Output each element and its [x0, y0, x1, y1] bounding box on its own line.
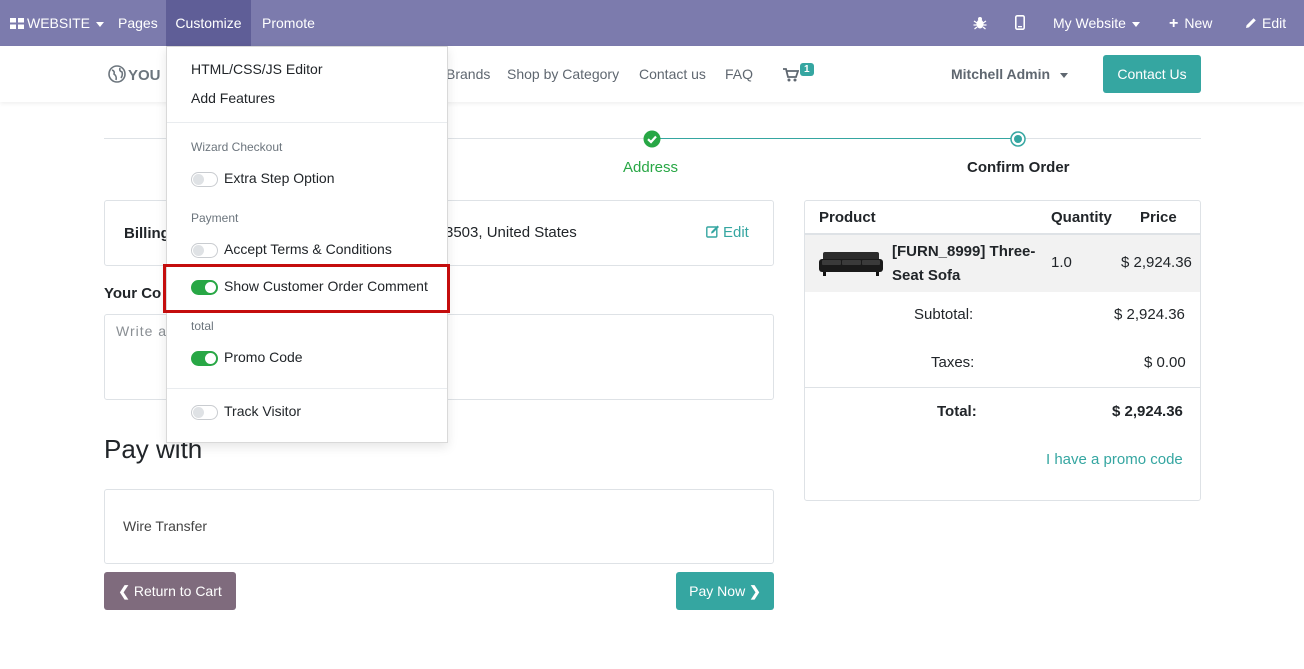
my-website-menu[interactable]: My Website [1053, 0, 1140, 46]
admin-top-bar: WEBSITE Pages Customize Promote My Websi… [0, 0, 1304, 46]
pages-menu[interactable]: Pages [118, 0, 158, 46]
billing-label: Billing [124, 225, 170, 242]
billing-edit-link[interactable]: Edit [706, 224, 749, 241]
comment-label: Your Co [104, 285, 162, 302]
edit-icon [706, 225, 719, 238]
promo-code-link[interactable]: I have a promo code [1046, 451, 1183, 468]
nav-faq[interactable]: FAQ [725, 66, 753, 82]
step-address[interactable]: Address [623, 159, 678, 176]
contact-us-button[interactable]: Contact Us [1103, 55, 1201, 93]
accept-terms-toggle[interactable] [191, 243, 218, 258]
total-label: Total: [937, 403, 977, 420]
header-quantity: Quantity [1051, 209, 1112, 226]
extra-step-option-label[interactable]: Extra Step Option [224, 170, 335, 186]
promo-code-toggle[interactable] [191, 351, 218, 366]
debug-bug-icon[interactable] [973, 0, 987, 46]
cart-count-badge: 1 [800, 63, 814, 76]
pay-now-button[interactable]: Pay Now ❯ [676, 572, 774, 610]
cart-line-item: [FURN_8999] Three- Seat Sofa 1.0 $ 2,924… [805, 235, 1200, 292]
return-to-cart-button[interactable]: ❮ Return to Cart [104, 572, 236, 610]
billing-address: 3503, United States [445, 224, 577, 241]
edit-label: Edit [1262, 15, 1287, 31]
order-summary-card: Product Quantity Price [FURN_8999] Three… [804, 200, 1201, 501]
website-menu[interactable]: WEBSITE [10, 0, 105, 46]
product-name-line1: [FURN_8999] Three- [892, 243, 1036, 260]
promote-menu[interactable]: Promote [262, 0, 315, 46]
payment-method-label: Wire Transfer [123, 518, 208, 534]
nav-shop-by-category[interactable]: Shop by Category [507, 66, 619, 82]
plus-icon: + [1169, 15, 1179, 32]
customize-dropdown: HTML/CSS/JS Editor Add Features Wizard C… [166, 46, 448, 443]
product-price: $ 2,924.36 [1121, 254, 1192, 271]
comment-placeholder: Write a [116, 323, 168, 339]
my-website-label: My Website [1053, 15, 1126, 31]
logo-text: YOU [128, 67, 161, 84]
nav-contact-us[interactable]: Contact us [639, 66, 706, 82]
total-divider [805, 387, 1200, 388]
product-name[interactable]: [FURN_8999] Three- Seat Sofa [892, 240, 1035, 288]
pencil-icon [1246, 18, 1256, 28]
cart-icon [783, 68, 800, 82]
globe-icon [108, 65, 126, 83]
total-value: $ 2,924.36 [1112, 403, 1183, 420]
current-step-icon [1010, 131, 1026, 152]
cart-link[interactable]: 1 [783, 63, 814, 82]
subtotal-value: $ 2,924.36 [1114, 306, 1185, 323]
product-name-line2: Seat Sofa [892, 267, 961, 284]
edit-link-label: Edit [723, 224, 749, 241]
accept-terms-label[interactable]: Accept Terms & Conditions [224, 241, 392, 257]
html-css-js-editor-item[interactable]: HTML/CSS/JS Editor [191, 61, 322, 77]
taxes-label: Taxes: [931, 354, 975, 371]
mobile-preview-icon[interactable] [1015, 0, 1025, 46]
dropdown-divider [167, 122, 447, 123]
user-name: Mitchell Admin [951, 66, 1051, 82]
track-visitor-toggle[interactable] [191, 405, 218, 420]
chevron-down-icon [1060, 72, 1069, 78]
promo-code-label[interactable]: Promo Code [224, 349, 303, 365]
site-logo[interactable]: YOU [108, 65, 161, 84]
apps-grid-icon [10, 18, 24, 29]
chevron-right-icon: ❯ [749, 583, 761, 599]
progress-line-active [652, 138, 1018, 139]
user-menu[interactable]: Mitchell Admin [951, 66, 1069, 82]
highlight-box [163, 264, 450, 313]
header-product: Product [819, 209, 876, 226]
wizard-checkout-header: Wizard Checkout [191, 140, 283, 154]
header-price: Price [1140, 209, 1177, 226]
summary-header-row: Product Quantity Price [805, 201, 1200, 235]
chevron-down-icon [1131, 21, 1140, 27]
add-features-item[interactable]: Add Features [191, 90, 275, 106]
edit-button[interactable]: Edit [1245, 0, 1286, 46]
chevron-down-icon [96, 21, 105, 27]
product-quantity: 1.0 [1051, 254, 1072, 271]
step-confirm-order: Confirm Order [967, 159, 1070, 176]
dropdown-divider [167, 388, 447, 389]
new-button[interactable]: + New [1169, 0, 1212, 46]
new-label: New [1184, 15, 1213, 31]
total-header: total [191, 319, 214, 333]
check-circle-icon [643, 130, 661, 153]
nav-brands[interactable]: Brands [446, 66, 490, 82]
track-visitor-label[interactable]: Track Visitor [224, 403, 301, 419]
payment-header: Payment [191, 211, 239, 225]
extra-step-toggle[interactable] [191, 172, 218, 187]
customize-menu[interactable]: Customize [166, 0, 251, 46]
taxes-value: $ 0.00 [1144, 354, 1186, 371]
chevron-left-icon: ❮ [118, 583, 130, 599]
sofa-thumbnail [819, 247, 883, 282]
payment-method-card[interactable]: Wire Transfer [104, 489, 774, 564]
pay-now-label: Pay Now [689, 583, 746, 599]
return-to-cart-label: Return to Cart [133, 583, 222, 599]
website-menu-label: WEBSITE [27, 15, 91, 31]
subtotal-label: Subtotal: [914, 306, 974, 323]
